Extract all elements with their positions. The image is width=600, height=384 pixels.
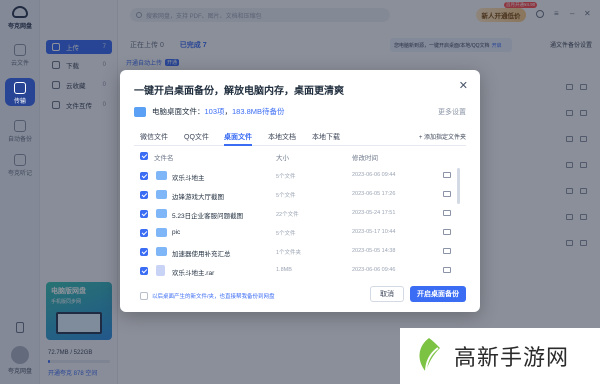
desktop-folder-icon — [134, 106, 146, 117]
folder-icon — [156, 209, 167, 218]
folder-icon — [156, 171, 167, 180]
row-checkbox[interactable] — [140, 248, 148, 256]
close-icon[interactable]: ✕ — [459, 79, 468, 92]
table-row[interactable]: 5.23日企业客服问题截图 22个文件 2023-05-24 17:51 — [134, 204, 466, 224]
rail-item-label: 传输 — [13, 99, 26, 105]
more-settings-link[interactable]: 更多设置 — [438, 107, 466, 117]
table-row[interactable]: 加速器使用补充汇总 1个文件夹 2023-05-05 14:38 — [134, 242, 466, 262]
file-date: 2023-06-05 17:26 — [352, 191, 396, 197]
open-folder-icon[interactable] — [443, 191, 451, 197]
select-all-checkbox[interactable] — [140, 152, 148, 160]
list-scrollbar[interactable] — [457, 168, 460, 204]
summary-size: 183.8MB待备份 — [232, 107, 285, 116]
folder-icon — [156, 190, 167, 199]
file-size: 22个文件 — [276, 212, 299, 218]
auto-backup-new-files-checkbox[interactable] — [140, 292, 148, 300]
auto-backup-new-files-label[interactable]: 以后桌面产生的新文件/夹，也直接帮我备份到网盘 — [152, 292, 275, 300]
summary-prefix: 电脑桌面文件： — [152, 107, 205, 116]
tab-qq-files[interactable]: QQ文件 — [184, 132, 209, 142]
archive-file-icon — [156, 265, 165, 276]
folder-icon — [156, 228, 167, 237]
dialog-title: 一键开启桌面备份，解放电脑内存，桌面更清爽 — [134, 86, 344, 97]
file-name: pic — [172, 229, 181, 236]
col-size: 大小 — [276, 155, 289, 162]
tab-local-downloads[interactable]: 本地下载 — [312, 132, 340, 142]
file-size: 5个文件 — [276, 174, 296, 180]
file-name: 欢乐斗地主.rar — [172, 270, 215, 277]
file-date: 2023-06-06 09:44 — [352, 172, 396, 178]
file-name: 加速器使用补充汇总 — [172, 251, 231, 258]
file-size: 5个文件 — [276, 231, 296, 237]
row-checkbox[interactable] — [140, 229, 148, 237]
file-name: 边锋游戏大厅截图 — [172, 194, 224, 201]
desktop-backup-dialog: 一键开启桌面备份，解放电脑内存，桌面更清爽 ✕ 电脑桌面文件： 103项 ， 1… — [120, 70, 480, 312]
file-size: 1.8MB — [276, 267, 292, 273]
open-folder-icon[interactable] — [443, 267, 451, 273]
file-name: 欢乐斗地主 — [172, 175, 205, 182]
file-list: 欢乐斗地主 5个文件 2023-06-06 09:44 边锋游戏大厅截图 5个文… — [134, 166, 466, 278]
file-size: 1个文件夹 — [276, 250, 302, 256]
summary-count: 103项 — [204, 107, 225, 116]
tab-desktop-files[interactable]: 桌面文件 — [224, 132, 252, 146]
file-table-header: 文件名 大小 修改时间 — [134, 152, 466, 164]
col-name: 文件名 — [154, 155, 174, 162]
file-name: 5.23日企业客服问题截图 — [172, 213, 244, 220]
open-folder-icon[interactable] — [443, 172, 451, 178]
file-size: 5个文件 — [276, 193, 296, 199]
row-checkbox[interactable] — [140, 191, 148, 199]
leaf-logo-icon — [419, 338, 440, 373]
folder-icon — [156, 247, 167, 256]
backup-summary: 电脑桌面文件： 103项 ， 183.8MB待备份 — [134, 106, 285, 117]
file-date: 2023-06-06 09:46 — [352, 267, 396, 273]
row-checkbox[interactable] — [140, 267, 148, 275]
summary-separator: ， — [224, 107, 233, 116]
tab-local-docs[interactable]: 本地文档 — [268, 132, 296, 142]
add-folder-button[interactable]: + 添加指定文件夹 — [419, 132, 466, 141]
open-folder-icon[interactable] — [443, 229, 451, 235]
transfer-icon — [14, 82, 26, 94]
file-date: 2023-05-05 14:38 — [352, 248, 396, 254]
open-folder-icon[interactable] — [443, 248, 451, 254]
table-row[interactable]: pic 5个文件 2023-05-17 10:44 — [134, 223, 466, 243]
row-checkbox[interactable] — [140, 210, 148, 218]
open-folder-icon[interactable] — [443, 210, 451, 216]
col-date: 修改时间 — [352, 155, 378, 162]
row-checkbox[interactable] — [140, 172, 148, 180]
file-date: 2023-05-24 17:51 — [352, 210, 396, 216]
table-row[interactable]: 边锋游戏大厅截图 5个文件 2023-06-05 17:26 — [134, 185, 466, 205]
table-row[interactable]: 欢乐斗地主 5个文件 2023-06-06 09:44 — [134, 166, 466, 186]
cancel-button[interactable]: 取消 — [370, 286, 404, 302]
tab-wechat-files[interactable]: 微信文件 — [140, 132, 168, 142]
watermark-text: 高新手游网 — [454, 346, 570, 371]
file-date: 2023-05-17 10:44 — [352, 229, 396, 235]
source-tabs: 微信文件 QQ文件 桌面文件 本地文档 本地下载 + 添加指定文件夹 — [134, 132, 466, 146]
site-watermark: 高新手游网 — [400, 328, 600, 384]
table-row[interactable]: 欢乐斗地主.rar 1.8MB 2023-06-06 09:46 — [134, 261, 466, 278]
start-backup-button[interactable]: 开启桌面备份 — [410, 286, 466, 302]
